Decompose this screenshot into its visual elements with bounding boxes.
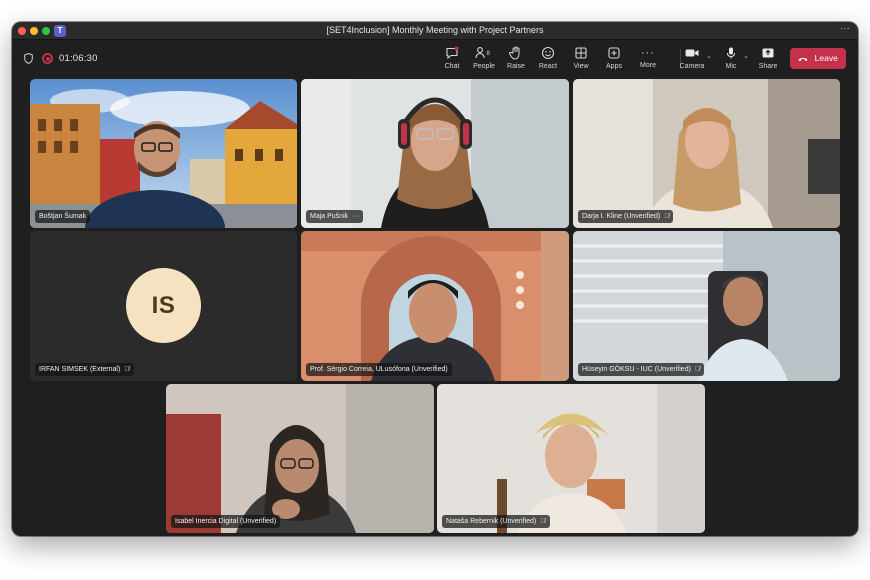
chat-label: Chat: [444, 63, 460, 70]
ellipsis-icon: ···: [641, 47, 655, 59]
view-button[interactable]: View: [565, 45, 597, 75]
share-label: Share: [758, 63, 778, 70]
shield-icon: [24, 53, 33, 64]
people-count: 8: [487, 51, 491, 57]
mic-off-icon: 🎙̸: [664, 213, 670, 220]
recording-indicator-icon: [42, 53, 53, 64]
video-tile-darja[interactable]: Darja I. Kline (Unverified) 🎙̸: [573, 79, 840, 228]
react-label: React: [538, 63, 558, 70]
minimize-window-button[interactable]: [30, 27, 38, 35]
chat-button[interactable]: Chat: [436, 45, 468, 75]
teams-app-icon: T: [54, 25, 66, 37]
mic-options-chevron-icon[interactable]: ⌄: [743, 52, 749, 60]
share-icon: [752, 46, 784, 62]
video-feed: [573, 231, 840, 381]
smiley-icon: [532, 46, 564, 62]
meeting-timer: 01:06:30: [59, 53, 98, 64]
participant-name-tag: Maja Pušnik ···: [306, 210, 364, 223]
apps-label: Apps: [606, 63, 622, 70]
participant-name-tag: Nataša Rebernik (Unverified) 🎙̸: [442, 515, 550, 528]
raise-label: Raise: [507, 63, 525, 70]
close-window-button[interactable]: [18, 27, 26, 35]
participant-name-tag: Hüseyin GÖKSU - IUC (Unverified) 🎙̸: [578, 363, 705, 376]
camera-icon: [675, 46, 709, 62]
people-icon: 8: [468, 46, 500, 62]
camera-label: Camera: [679, 63, 705, 70]
chat-icon: [436, 46, 468, 62]
participant-name-tag: Darja I. Kline (Unverified) 🎙̸: [578, 210, 674, 223]
video-feed: [437, 384, 705, 533]
participant-name-tag: Prof. Sérgio Correia, ULusófona (Unverif…: [306, 363, 452, 376]
video-feed: [166, 384, 434, 533]
video-tile-bostjan[interactable]: Boštjan Šumak: [30, 79, 297, 228]
hand-icon: [500, 46, 532, 62]
participant-name-tag: IRFAN SIMSEK (External) 🎙̸: [35, 363, 134, 376]
meeting-toolbar: 01:06:30 Chat 8 People Raise React View …: [12, 40, 858, 78]
phone-hangup-icon: [798, 53, 811, 63]
participant-options-icon[interactable]: ···: [352, 210, 359, 223]
window-title: [SET4Inclusion] Monthly Meeting with Pro…: [326, 25, 544, 35]
video-feed: [30, 79, 297, 228]
mic-label: Mic: [725, 63, 737, 70]
camera-options-chevron-icon[interactable]: ⌄: [706, 52, 712, 60]
zoom-window-button[interactable]: [42, 27, 50, 35]
video-feed: [573, 79, 840, 228]
more-button[interactable]: ··· More: [632, 45, 664, 75]
window-more-icon[interactable]: ···: [840, 23, 850, 34]
video-tile-sergio[interactable]: Prof. Sérgio Correia, ULusófona (Unverif…: [301, 231, 569, 381]
video-tile-natasa[interactable]: Nataša Rebernik (Unverified) 🎙̸: [437, 384, 705, 533]
grid-icon: [565, 46, 597, 62]
people-button[interactable]: 8 People: [468, 45, 500, 75]
plus-square-icon: [598, 46, 630, 62]
video-tile-irfan[interactable]: IS IRFAN SIMSEK (External) 🎙̸: [30, 231, 297, 381]
leave-button[interactable]: Leave: [790, 48, 846, 69]
camera-button[interactable]: Camera: [675, 45, 709, 75]
avatar: IS: [126, 268, 201, 343]
apps-button[interactable]: Apps: [598, 45, 630, 75]
video-feed: [301, 79, 569, 228]
people-label: People: [473, 63, 495, 70]
mic-off-icon: 🎙̸: [694, 366, 701, 373]
participant-name-tag: Boštjan Šumak: [35, 210, 91, 223]
video-tile-huseyin[interactable]: Hüseyin GÖKSU - IUC (Unverified) 🎙̸: [573, 231, 840, 381]
video-tile-isabel[interactable]: Isabel Inercia Digital (Unverified): [166, 384, 434, 533]
video-tile-maja[interactable]: Maja Pušnik ···: [301, 79, 569, 228]
leave-label: Leave: [814, 53, 838, 63]
view-label: View: [573, 63, 589, 70]
mic-off-icon: 🎙̸: [124, 366, 130, 373]
participant-name-tag: Isabel Inercia Digital (Unverified): [171, 515, 281, 528]
mic-off-icon: 🎙̸: [540, 518, 546, 525]
title-bar: T [SET4Inclusion] Monthly Meeting with P…: [12, 22, 858, 40]
share-button[interactable]: Share: [752, 45, 784, 75]
raise-hand-button[interactable]: Raise: [500, 45, 532, 75]
video-feed: [301, 231, 569, 381]
mic-button[interactable]: Mic: [715, 45, 747, 75]
react-button[interactable]: React: [532, 45, 564, 75]
more-label: More: [640, 62, 656, 69]
meeting-window: T [SET4Inclusion] Monthly Meeting with P…: [12, 22, 858, 536]
